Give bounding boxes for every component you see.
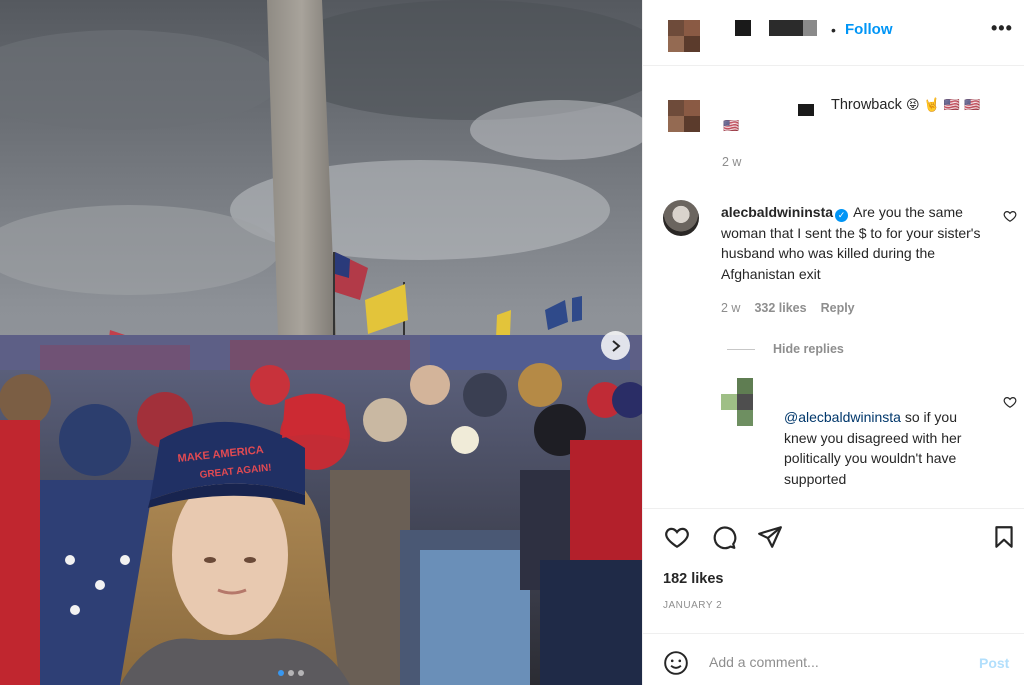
save-bookmark-icon[interactable] (991, 524, 1017, 550)
comment-like-heart-icon[interactable] (1003, 209, 1017, 223)
carousel-dots (278, 670, 304, 676)
post-side-panel: • Follow ••• Throwback 😝 🤘 🇺🇸 🇺🇸 🇺🇸 2 w … (642, 0, 1024, 685)
comment-time[interactable]: 2 w (721, 301, 740, 315)
username-redacted[interactable] (769, 20, 803, 36)
post-likes-count[interactable]: 182 likes (663, 571, 723, 587)
username-redacted (803, 20, 817, 36)
caption-flag-emoji: 🇺🇸 (723, 118, 740, 133)
replies-divider (727, 348, 755, 350)
caption-time[interactable]: 2 w (722, 155, 741, 169)
reply-mention-link[interactable]: @alecbaldwininsta (784, 409, 901, 425)
rally-photo-illustration: MAKE AMERICA GREAT AGAIN! (0, 0, 642, 685)
caption: Throwback 😝 🤘 🇺🇸 🇺🇸 (831, 97, 980, 113)
post-actions: 182 likes JANUARY 2 (643, 508, 1024, 633)
hide-replies-label: Hide replies (773, 342, 844, 356)
username-redacted[interactable] (735, 20, 751, 36)
more-options-button[interactable]: ••• (991, 18, 1013, 39)
commenter-avatar[interactable] (663, 200, 699, 236)
emoji-us-flag: 🇺🇸 (943, 97, 960, 112)
carousel-dot[interactable] (298, 670, 304, 676)
caption-avatar-redacted[interactable] (668, 100, 700, 132)
reply-button[interactable]: Reply (821, 301, 855, 315)
caption-text: Throwback (831, 97, 902, 113)
carousel-next-button[interactable] (601, 331, 630, 360)
chevron-right-icon (611, 339, 621, 352)
post-date[interactable]: JANUARY 2 (663, 600, 722, 611)
caption-username-redacted[interactable] (798, 104, 814, 116)
reply-body: @alecbaldwininsta so if you knew you dis… (784, 407, 989, 489)
hide-replies-button[interactable]: Hide replies (727, 342, 844, 356)
add-comment-input[interactable] (709, 650, 959, 674)
reply-avatar-redacted[interactable] (721, 378, 753, 430)
emoji-tongue: 😝 (905, 97, 920, 112)
carousel-dot[interactable] (288, 670, 294, 676)
carousel-dot[interactable] (278, 670, 284, 676)
emoji-picker-icon[interactable] (663, 650, 689, 676)
comment-bubble-icon[interactable] (711, 524, 737, 550)
comment-meta: 2 w 332 likes Reply (721, 301, 855, 315)
follow-separator: • (831, 22, 836, 38)
post-comment-button[interactable]: Post (979, 655, 1009, 671)
emoji-rock-hand: 🤘 (923, 97, 940, 112)
comment-username[interactable]: alecbaldwininsta (721, 204, 833, 220)
follow-button[interactable]: Follow (845, 21, 893, 38)
comment-likes[interactable]: 332 likes (754, 301, 806, 315)
author-avatar-redacted[interactable] (668, 20, 700, 52)
post-photo[interactable]: MAKE AMERICA GREAT AGAIN! (0, 0, 642, 685)
reply-like-heart-icon[interactable] (1003, 395, 1017, 409)
post-header: • Follow ••• (643, 0, 1024, 66)
comment-body: alecbaldwininsta ✓ Are you the same woman… (721, 202, 991, 284)
verified-badge-icon: ✓ (835, 209, 849, 222)
share-paper-plane-icon[interactable] (757, 524, 783, 550)
like-heart-icon[interactable] (664, 524, 690, 550)
emoji-us-flag: 🇺🇸 (963, 97, 981, 112)
add-comment-bar: Post (643, 633, 1024, 685)
